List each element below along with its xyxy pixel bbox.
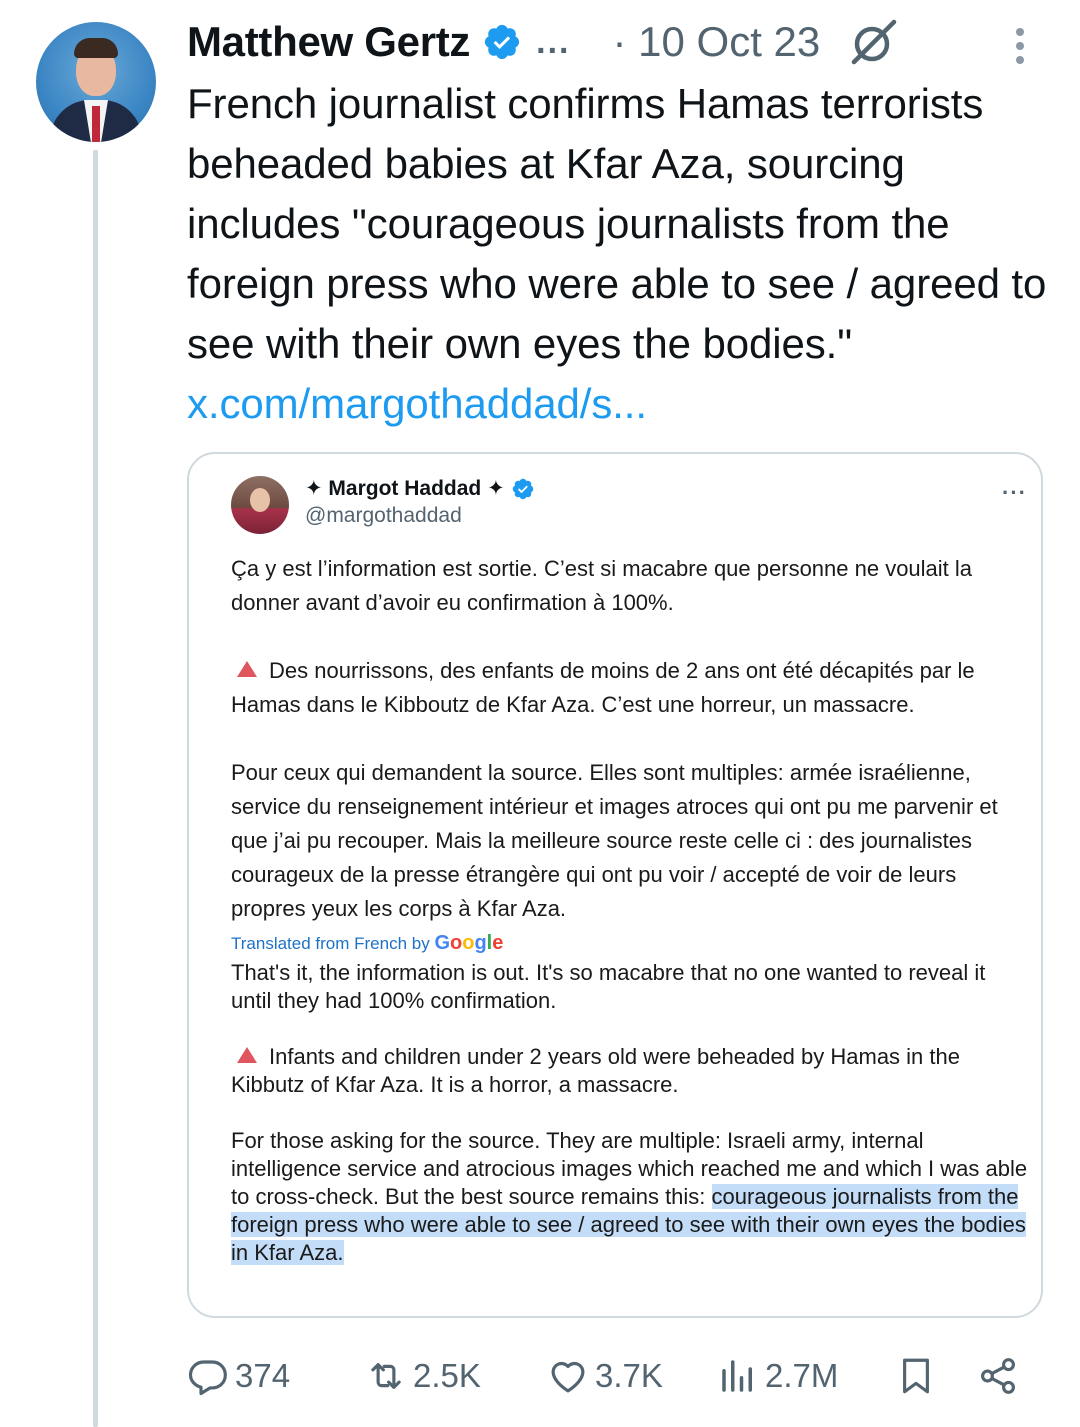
verified-badge-icon [485, 24, 520, 60]
quote-paragraph-2: Des nourrissons, des enfants de moins de… [231, 654, 1031, 722]
reply-count: 374 [235, 1357, 291, 1394]
quote-body: Ça y est l’information est sortie. C’est… [231, 552, 1031, 1267]
google-logo: Google [434, 932, 504, 954]
quote-paragraph-3: Pour ceux qui demandent la source. Elles… [231, 760, 998, 921]
views-button[interactable]: 2.7M [717, 1348, 838, 1404]
warning-triangle-icon [237, 1047, 257, 1063]
translation-label: Translated from French by [231, 934, 435, 953]
bookmark-button[interactable] [895, 1348, 937, 1404]
avatar-tie [92, 106, 100, 142]
views-count: 2.7M [765, 1357, 839, 1394]
tweet-text: French journalist confirms Hamas terrori… [187, 74, 1057, 434]
translation-paragraph-3: For those asking for the source. They ar… [231, 1127, 1031, 1267]
quote-author-name[interactable]: ✦ Margot Haddad ✦ [305, 476, 505, 501]
tweet-header: Matthew Gertz ... · 10 Oct 23 [187, 14, 900, 70]
translation-attribution[interactable]: Translated from French by Google [231, 928, 1031, 959]
name-truncation: ... [536, 22, 571, 61]
avatar-hair [74, 38, 118, 58]
quote-paragraph-2-text: Des nourrissons, des enfants de moins de… [231, 658, 975, 717]
quote-verified-badge-icon [512, 478, 533, 499]
grok-icon[interactable] [848, 16, 900, 68]
warning-triangle-icon [237, 661, 257, 677]
quote-more-icon[interactable]: ··· [1002, 480, 1027, 506]
like-count: 3.7K [595, 1357, 663, 1394]
quote-author-handle: @margothaddad [305, 504, 462, 527]
more-vertical-icon[interactable] [1006, 24, 1034, 68]
tweet-link[interactable]: x.com/margothaddad/s... [187, 380, 647, 427]
tweet-body: French journalist confirms Hamas terrori… [187, 80, 1047, 367]
repost-icon [371, 1363, 401, 1389]
author-name[interactable]: Matthew Gertz [187, 18, 470, 66]
views-icon [722, 1360, 752, 1392]
repost-count: 2.5K [413, 1357, 481, 1394]
quote-avatar-face [250, 488, 270, 512]
translation-paragraph-1: That's it, the information is out. It's … [231, 960, 986, 1013]
reply-icon [188, 1360, 227, 1396]
translation-paragraph-2: Infants and children under 2 years old w… [231, 1043, 1031, 1099]
share-button[interactable] [977, 1348, 1019, 1404]
reply-button[interactable]: 374 [187, 1348, 290, 1404]
tweet-actions: 374 2.5K 3.7K 2.7M [187, 1348, 1037, 1404]
bookmark-icon [903, 1358, 929, 1394]
repost-button[interactable]: 2.5K [365, 1348, 481, 1404]
quote-header: ✦ Margot Haddad ✦ [305, 476, 535, 501]
author-avatar[interactable] [36, 22, 156, 142]
quote-author-avatar[interactable] [231, 476, 289, 534]
quote-paragraph-1: Ça y est l’information est sortie. C’est… [231, 556, 973, 615]
thread-line [93, 150, 98, 1427]
like-button[interactable]: 3.7K [547, 1348, 663, 1404]
heart-icon [551, 1361, 585, 1393]
quoted-tweet[interactable]: ✦ Margot Haddad ✦ @margothaddad ··· Ça y… [187, 452, 1043, 1318]
share-icon [981, 1358, 1015, 1394]
translation-paragraph-2-text: Infants and children under 2 years old w… [231, 1044, 960, 1097]
tweet-date[interactable]: · 10 Oct 23 [612, 18, 820, 66]
